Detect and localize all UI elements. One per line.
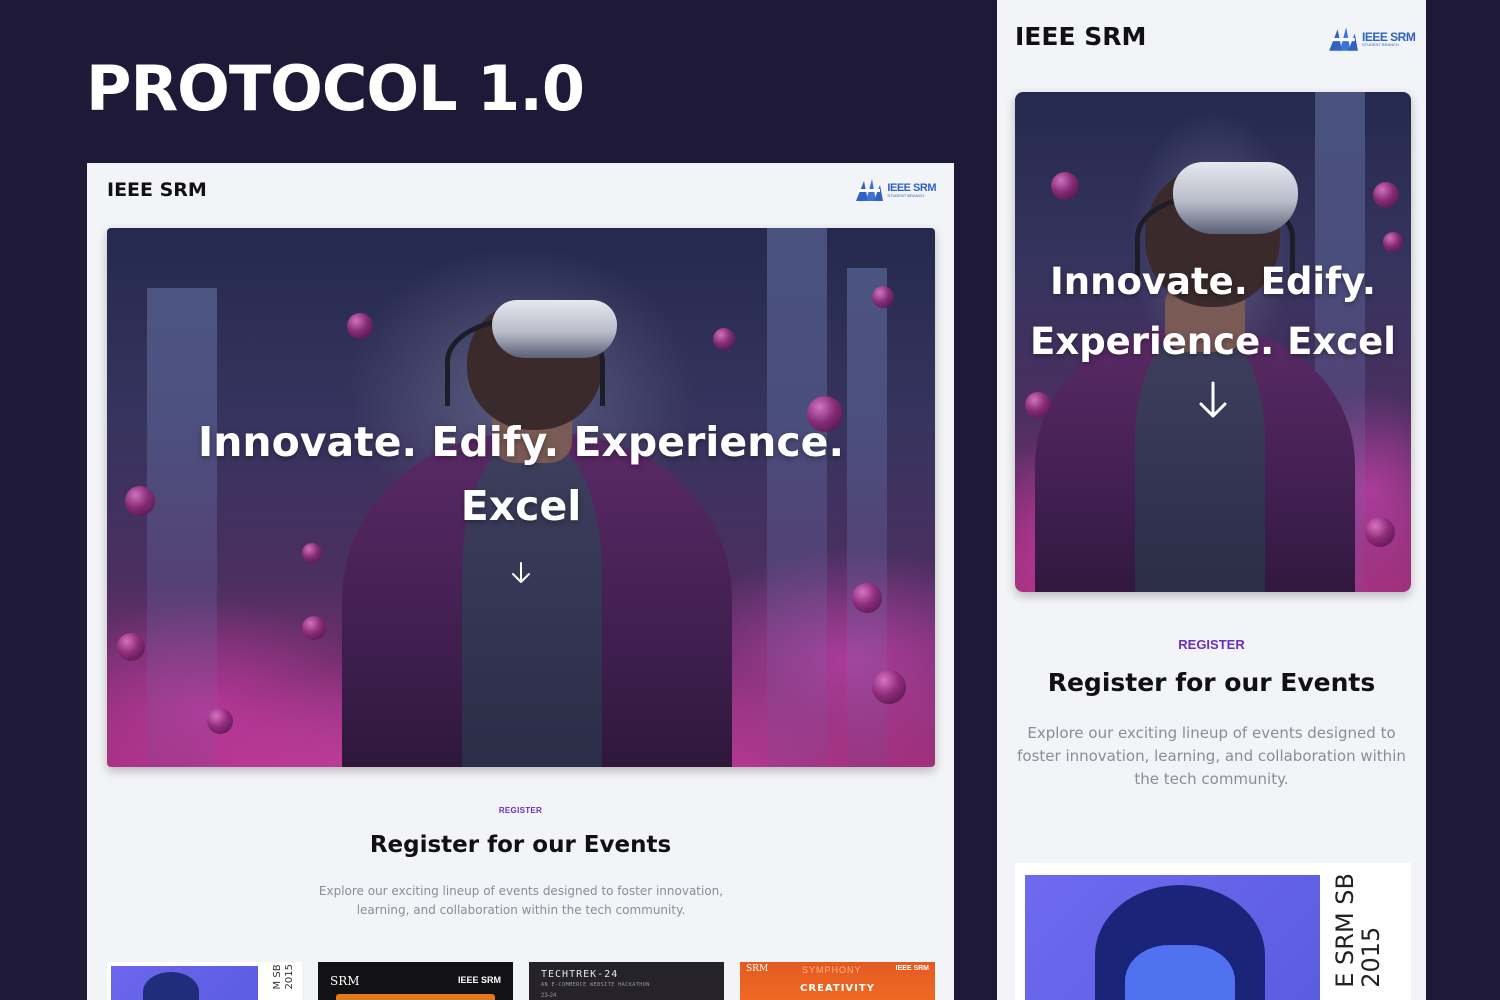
- floating-orb: [302, 616, 326, 640]
- arrow-down-icon[interactable]: [511, 561, 531, 585]
- ieee-logo-icon: [1329, 27, 1358, 51]
- vr-headset: [1173, 162, 1298, 234]
- hero-headline-line-1: Innovate. Edify.: [1050, 260, 1376, 303]
- ieee-logo-icon: [856, 179, 884, 201]
- event-card-date: 23-24: [541, 993, 557, 999]
- event-card-tagline: CREATIVITY: [800, 983, 875, 994]
- vr-visor: [1125, 945, 1235, 1000]
- hero-headline-line-2: Experience. Excel: [1030, 320, 1396, 363]
- section-description: Explore our exciting lineup of events de…: [1017, 724, 1406, 788]
- event-card[interactable]: TECHTREK-24 AN E-COMMERCE WEBSITE HACKAT…: [529, 962, 724, 1000]
- mobile-preview: IEEE SRM IEEE SRM STUDENT BRANCH Innovat…: [997, 0, 1426, 1000]
- floating-orb: [1051, 172, 1079, 200]
- showcase-title: PROTOCOL 1.0: [86, 52, 585, 125]
- event-card-side-label: E SRM SB 2015: [1331, 873, 1385, 988]
- hero-headline: Innovate. Edify. Experience. Excel: [107, 410, 935, 538]
- brand-name[interactable]: IEEE SRM: [107, 179, 207, 201]
- floating-orb: [872, 286, 894, 308]
- floating-orb: [302, 543, 322, 563]
- ieee-logo-text: IEEE SRM: [457, 975, 501, 985]
- floating-orb: [117, 633, 145, 661]
- floating-orb: [713, 328, 735, 350]
- floating-orb: [852, 583, 882, 613]
- floating-orb: [347, 313, 373, 339]
- event-cards: M SB 2015 SRM IEEE SRM TECHTREK-24 AN E-…: [107, 962, 935, 1000]
- section-description: Explore our exciting lineup of events de…: [318, 884, 724, 917]
- logo-text: IEEE SRM: [887, 181, 936, 194]
- event-image: [111, 966, 258, 1000]
- vr-headset: [492, 300, 617, 358]
- hero-headline: Innovate. Edify. Experience. Excel: [1015, 252, 1411, 372]
- section-title: Register for our Events: [1047, 668, 1376, 697]
- side-label-line-2: 2015: [284, 964, 295, 990]
- section-eyebrow: REGISTER: [1178, 637, 1245, 652]
- ieee-srm-logo[interactable]: IEEE SRM STUDENT BRANCH: [1327, 25, 1416, 53]
- brand-name[interactable]: IEEE SRM: [1015, 22, 1146, 51]
- event-card[interactable]: E SRM SB 2015: [1015, 863, 1411, 1000]
- arrow-down-icon[interactable]: [1197, 380, 1229, 420]
- vr-helmet: [143, 972, 199, 1000]
- event-card-subtitle: AN E-COMMERCE WEBSITE HACKATHON: [541, 982, 650, 988]
- event-banner-bar: [336, 994, 495, 1000]
- site-header: IEEE SRM IEEE SRM STUDENT BRANCH: [107, 177, 936, 207]
- section-eyebrow: REGISTER: [498, 806, 543, 815]
- side-label-line-1: M SB: [272, 964, 283, 990]
- event-card[interactable]: SRM IEEE SRM: [318, 962, 513, 1000]
- srm-logo-text: SRM: [746, 964, 769, 974]
- ieee-logo-text: IEEE SRM: [895, 965, 929, 972]
- event-image: [1025, 875, 1320, 1000]
- ieee-srm-logo[interactable]: IEEE SRM STUDENT BRANCH: [854, 177, 936, 203]
- logo-subtext: STUDENT BRANCH: [887, 192, 925, 198]
- vr-helmet: [1095, 885, 1265, 1000]
- event-card[interactable]: SRM SYMPHONY IEEE SRM CREATIVITY: [740, 962, 935, 1000]
- desktop-preview: IEEE SRM IEEE SRM STUDENT BRANCH Innovat…: [87, 163, 954, 1000]
- logo-subtext: STUDENT BRANCH: [1362, 42, 1399, 47]
- floating-orb: [872, 670, 906, 704]
- hero-headline-line-2: Excel: [460, 482, 582, 530]
- hero-banner: Innovate. Edify. Experience. Excel: [1015, 92, 1411, 592]
- srm-logo-text: SRM: [330, 974, 360, 988]
- floating-orb: [1365, 517, 1395, 547]
- hero-headline-line-1: Innovate. Edify. Experience.: [197, 418, 845, 466]
- floating-orb: [1025, 392, 1051, 418]
- floating-orb: [1383, 232, 1403, 252]
- hero-banner: Innovate. Edify. Experience. Excel: [107, 228, 935, 767]
- side-label-line-2: 2015: [1357, 926, 1385, 988]
- event-card[interactable]: M SB 2015: [107, 962, 302, 1000]
- event-card-title: TECHTREK-24: [541, 969, 619, 980]
- floating-orb: [207, 708, 233, 734]
- floating-orb: [1373, 182, 1399, 208]
- side-label-line-1: E SRM SB: [1331, 873, 1359, 988]
- event-card-side-label: M SB 2015: [272, 964, 296, 989]
- section-title: Register for our Events: [369, 832, 672, 858]
- event-card-title: SYMPHONY: [802, 965, 862, 975]
